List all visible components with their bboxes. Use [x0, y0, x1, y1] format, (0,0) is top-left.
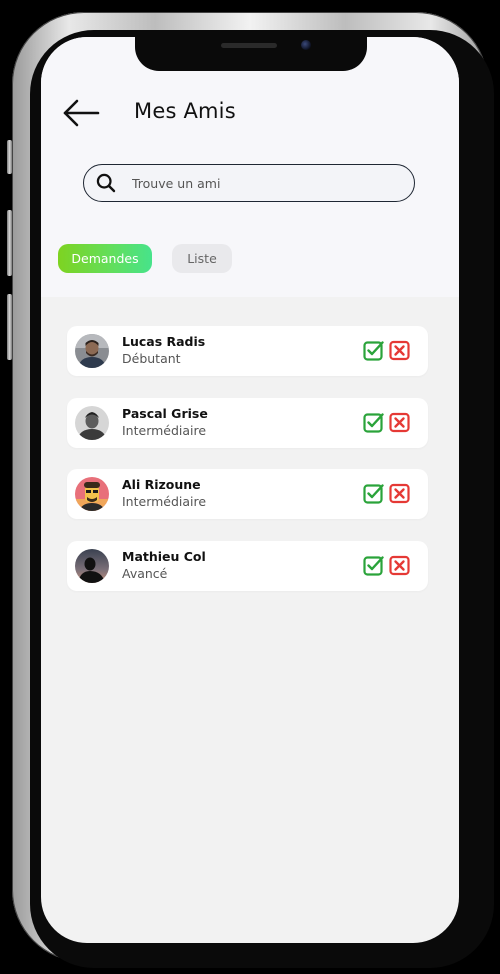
decline-request-button[interactable]: [389, 555, 410, 576]
accept-request-button[interactable]: [363, 340, 384, 361]
page-title: Mes Amis: [134, 99, 236, 123]
friend-level: Intermédiaire: [122, 494, 207, 509]
avatar: [75, 549, 109, 583]
accept-request-button[interactable]: [363, 412, 384, 433]
x-square-icon: [389, 555, 410, 576]
phone-mockup: Mes Amis Demandes Liste: [0, 0, 500, 974]
accept-request-button[interactable]: [363, 555, 384, 576]
friend-request-item: Pascal Grise Intermédiaire: [67, 398, 428, 448]
decline-request-button[interactable]: [389, 340, 410, 361]
accept-request-button[interactable]: [363, 483, 384, 504]
app-screen: Mes Amis Demandes Liste: [41, 37, 459, 943]
person-avatar-icon: [75, 406, 109, 440]
friend-request-item: Mathieu Col Avancé: [67, 541, 428, 591]
x-square-icon: [389, 340, 410, 361]
friend-name: Mathieu Col: [122, 549, 206, 564]
friend-level: Débutant: [122, 351, 181, 366]
friend-name: Pascal Grise: [122, 406, 208, 421]
silhouette-avatar-icon: [75, 549, 109, 583]
avatar: [75, 406, 109, 440]
friend-request-item: Ali Rizoune Intermédiaire: [67, 469, 428, 519]
check-square-icon: [363, 341, 384, 361]
decline-request-button[interactable]: [389, 412, 410, 433]
cartoon-avatar-icon: [75, 477, 109, 511]
x-square-icon: [389, 412, 410, 433]
tab-liste[interactable]: Liste: [172, 244, 232, 273]
back-button[interactable]: [61, 97, 101, 129]
person-avatar-icon: [75, 334, 109, 368]
friend-level: Avancé: [122, 566, 168, 581]
decline-request-button[interactable]: [389, 483, 410, 504]
check-square-icon: [363, 556, 384, 576]
friend-request-item: Lucas Radis Débutant: [67, 326, 428, 376]
search-icon: [96, 173, 116, 193]
friend-level: Intermédiaire: [122, 423, 207, 438]
speaker-grille: [221, 43, 277, 48]
friend-name: Lucas Radis: [122, 334, 206, 349]
front-camera: [301, 40, 311, 50]
avatar: [75, 477, 109, 511]
avatar: [75, 334, 109, 368]
search-bar[interactable]: [83, 164, 415, 202]
tab-demandes[interactable]: Demandes: [58, 244, 152, 273]
arrow-left-icon: [63, 99, 100, 127]
search-input[interactable]: [130, 165, 404, 202]
check-square-icon: [363, 484, 384, 504]
friend-name: Ali Rizoune: [122, 477, 201, 492]
check-square-icon: [363, 413, 384, 433]
phone-notch: [135, 37, 367, 71]
x-square-icon: [389, 483, 410, 504]
